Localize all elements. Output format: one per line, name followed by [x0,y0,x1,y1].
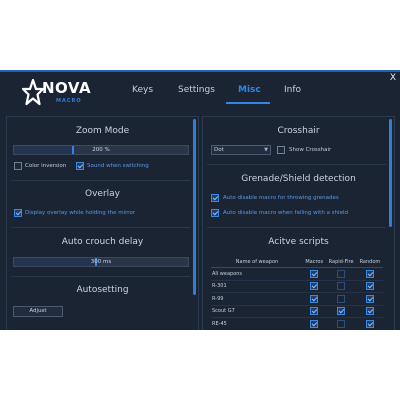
rapid-fire-cell [325,280,357,293]
rapid-fire-checkbox[interactable] [337,294,346,303]
show-crosshair-checkbox[interactable] [277,146,285,154]
tab-settings[interactable]: Settings [178,85,215,95]
divider [207,227,386,228]
show-crosshair-label: Show Crosshair [289,147,332,153]
macros-cell [303,305,326,318]
column-header: Macros [303,257,326,268]
weapon-name-cell: R-99 [211,292,303,306]
rapid-fire-cell [325,305,357,318]
display-overlay-label: Display overlay while holding the mirror [25,210,136,216]
crouch-slider-value: 300 ms [90,259,112,265]
rapid-fire-checkbox[interactable] [337,307,346,316]
tab-misc[interactable]: Misc [238,85,261,95]
random-cell [356,317,383,330]
random-checkbox[interactable] [365,294,374,303]
macros-checkbox[interactable] [310,294,319,303]
color-inversion-label: Color inversion [25,163,67,169]
macros-cell [303,280,326,293]
table-row: RE-45 [211,317,383,330]
rapid-fire-checkbox[interactable] [337,269,346,278]
active-tab-indicator [226,102,270,104]
display-overlay-checkbox[interactable] [14,209,22,217]
rapid-fire-cell [325,317,357,330]
logo-subtitle: MACRO [56,98,82,104]
close-button[interactable]: X [390,73,396,83]
weapon-name-cell: RE-45 [211,317,303,330]
table-header-row: Name of weapon Macros Rapid-Fire Random [211,257,383,268]
weapon-name-cell: R-301 [211,280,303,293]
sound-switching-label: Sound when switching [87,163,149,169]
chevron-down-icon: ▼ [264,147,268,153]
falling-shield-checkbox[interactable] [211,209,219,217]
random-checkbox[interactable] [365,307,374,316]
table-row: R-99 [211,292,383,306]
random-cell [356,305,383,318]
zoom-mode-title: Zoom Mode [75,126,130,136]
throwing-grenades-checkbox[interactable] [211,194,219,202]
macros-cell [303,317,326,330]
table-row: All weapons [211,267,383,281]
sound-switching-checkbox[interactable] [76,162,84,170]
column-header: Random [356,257,383,268]
color-inversion-checkbox[interactable] [14,162,22,170]
random-checkbox[interactable] [365,282,374,291]
active-scripts-table: Name of weapon Macros Rapid-Fire Random … [211,257,383,330]
random-checkbox[interactable] [365,269,374,278]
star-icon [22,79,44,106]
rapid-fire-cell [325,292,357,306]
random-cell [356,280,383,293]
overlay-title: Overlay [85,189,120,199]
macros-checkbox[interactable] [310,282,319,291]
app-window: X NOVA MACRO Keys Settings Misc Info Zoo… [0,70,400,330]
macros-checkbox[interactable] [310,319,319,328]
column-header: Name of weapon [211,257,303,268]
active-scripts-title: Acitve scripts [268,237,329,247]
random-cell [356,292,383,306]
rapid-fire-checkbox[interactable] [337,282,346,291]
crouch-delay-slider[interactable]: 300 ms [13,257,189,267]
crosshair-dropdown[interactable]: Dot ▼ [211,145,271,155]
grenade-shield-title: Grenade/Shield detection [241,174,356,184]
logo-word: NOVA [42,79,92,97]
divider [11,227,190,228]
divider [11,276,190,277]
weapon-name-cell: Scout G7 [211,305,303,318]
crosshair-title: Crosshair [277,126,320,136]
auto-crouch-title: Auto crouch delay [61,237,144,247]
divider [207,164,386,165]
column-header: Rapid-Fire [325,257,357,268]
crosshair-dropdown-value: Dot [214,147,224,153]
throwing-grenades-label: Auto disable macro for throwing grenades [223,195,339,201]
falling-shield-label: Auto disable macro when falling with a s… [223,210,348,216]
macros-cell [303,292,326,306]
rapid-fire-checkbox[interactable] [337,319,346,328]
macros-cell [303,267,326,281]
random-checkbox[interactable] [365,319,374,328]
tab-info[interactable]: Info [284,85,301,95]
table-row: R-301 [211,280,383,293]
divider [11,180,190,181]
rapid-fire-cell [325,267,357,281]
right-panel: Crosshair Dot ▼ Show Crosshair Grenade/S… [202,116,395,330]
zoom-slider[interactable]: 200 % [13,145,189,155]
weapon-name-cell: All weapons [211,267,303,281]
table-row: Scout G7 [211,305,383,318]
left-scrollbar[interactable] [193,119,196,295]
macros-checkbox[interactable] [310,269,319,278]
left-panel: Zoom Mode 200 % Color inversion Sound wh… [6,116,199,330]
random-cell [356,267,383,281]
autosetting-title: Autosetting [76,285,129,295]
tab-keys[interactable]: Keys [132,85,153,95]
nova-macro-logo: NOVA MACRO [22,77,91,111]
macros-checkbox[interactable] [310,307,319,316]
zoom-slider-value: 200 % [92,147,110,153]
adjust-button[interactable]: Adjust [13,306,63,317]
